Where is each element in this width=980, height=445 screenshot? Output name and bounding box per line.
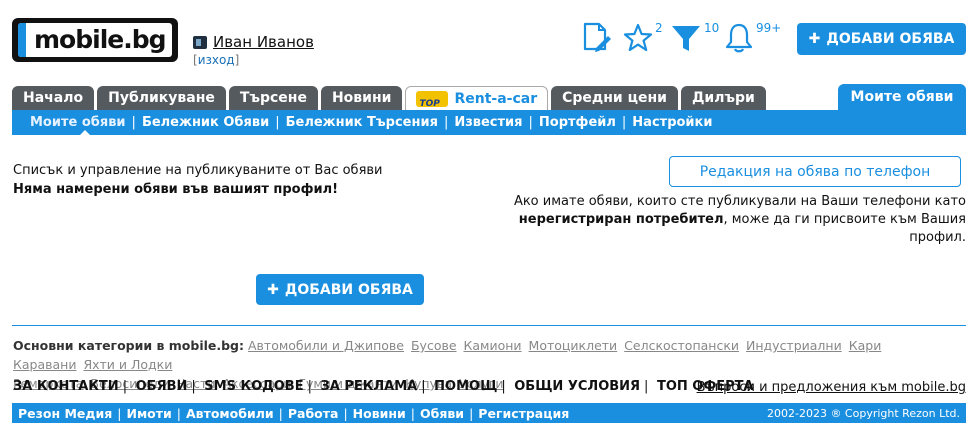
bottom-link-rezon[interactable]: Резон Медия [18, 406, 112, 421]
bottom-bar: Резон Медия | Имоти | Автомобили | Работа | … [12, 403, 966, 423]
logo-text: mobile.bg [34, 25, 167, 54]
footer-link-sms[interactable]: SMS КОДОВЕ [204, 379, 303, 394]
separator: | [131, 115, 136, 130]
user-name-link[interactable]: Иван Иванов [213, 33, 314, 51]
separator: | [117, 405, 122, 421]
filters-count: 10 [704, 21, 720, 35]
bottom-link-register[interactable]: Регистрация [478, 406, 569, 421]
separator: | [621, 115, 627, 130]
subnav-notifications[interactable]: Известия [454, 115, 522, 130]
category-link[interactable]: Мотоциклети [529, 338, 618, 353]
category-link[interactable]: Камиони [464, 338, 522, 353]
tab-publish[interactable]: Публикуване [97, 86, 226, 110]
separator: | [275, 115, 280, 130]
subnav-my-listings[interactable]: Моите обяви [30, 115, 126, 130]
footer-divider [12, 325, 966, 326]
separator: | [191, 379, 196, 394]
logout-link[interactable]: изход [198, 53, 235, 67]
favorites-count: 2 [655, 21, 663, 35]
separator: | [421, 379, 426, 394]
footer-link-listings[interactable]: ОБЯВИ [136, 379, 188, 394]
bottom-link-imoti[interactable]: Имоти [127, 406, 172, 421]
separator: | [469, 405, 474, 421]
separator: | [644, 379, 649, 394]
feedback-link[interactable]: Въпроси и предложения към mobile.bg [697, 380, 966, 395]
footer-link-help[interactable]: ПОМОЩ [434, 379, 497, 394]
bottom-link-news[interactable]: Новини [353, 406, 406, 421]
logo-stripe [18, 23, 26, 57]
tab-home[interactable]: Начало [12, 86, 95, 110]
main-nav: Начало Публикуване Търсене Новини TOP Re… [12, 86, 766, 110]
category-link[interactable]: Кари [849, 338, 882, 353]
logo-frame: mobile.bg [18, 23, 172, 57]
logout-wrapper: [изход] [193, 53, 240, 67]
tab-dealers[interactable]: Дилъри [680, 86, 766, 110]
footer-link-advertising[interactable]: ЗА РЕКЛАМА [321, 379, 418, 394]
subnav-settings[interactable]: Настройки [632, 115, 712, 130]
separator: | [528, 115, 533, 130]
separator: | [122, 379, 128, 394]
active-caret [80, 130, 90, 135]
tab-search[interactable]: Търсене [228, 86, 318, 110]
footer-link-contacts[interactable]: ЗА КОНТАКТИ [13, 379, 119, 394]
separator: | [176, 405, 181, 421]
edit-by-phone-button[interactable]: Редакция на обява по телефон [669, 156, 961, 187]
plus-icon: ✚ [808, 31, 821, 47]
filter-icon[interactable] [670, 22, 702, 54]
plus-icon: ✚ [267, 281, 279, 298]
separator: | [443, 115, 449, 130]
rent-a-car-label: Rent-a-car [454, 90, 538, 107]
user-icon [193, 36, 207, 49]
add-listing-main-label: ДОБАВИ ОБЯВА [284, 281, 413, 298]
add-listing-button-main[interactable]: ✚ ДОБАВИ ОБЯВА [256, 274, 424, 305]
categories-label: Основни категории в mobile.bg: [13, 338, 245, 353]
tab-my-listings[interactable]: Моите обяви [838, 84, 966, 110]
separator: | [278, 405, 283, 421]
category-link[interactable]: Яхти и Лодки [83, 357, 172, 372]
separator: | [343, 405, 348, 421]
bottom-link-ads[interactable]: Обяви [420, 406, 464, 421]
category-link[interactable]: Автомобили и Джипове [248, 338, 404, 353]
bell-icon[interactable] [724, 22, 754, 54]
category-link[interactable]: Каравани [13, 357, 76, 372]
add-listing-button-top[interactable]: ✚ ДОБАВИ ОБЯВА [797, 23, 966, 55]
footer-link-terms[interactable]: ОБЩИ УСЛОВИЯ [514, 379, 640, 394]
category-link[interactable]: Бусове [411, 338, 457, 353]
bottom-link-cars[interactable]: Автомобили [186, 406, 274, 421]
phone-note-text-2: , може да ги присвоите към Вашия профил. [723, 212, 966, 245]
bottom-link-jobs[interactable]: Работа [288, 406, 339, 421]
phone-note: Ако имате обяви, които сте публикували н… [506, 193, 966, 247]
subnav-saved-searches[interactable]: Бележник Търсения [286, 115, 438, 130]
tab-news[interactable]: Новини [320, 86, 403, 110]
document-edit-icon[interactable] [582, 22, 612, 54]
notifications-count: 99+ [756, 21, 782, 35]
tab-rent-a-car[interactable]: TOP Rent-a-car [405, 86, 549, 110]
separator: | [410, 405, 415, 421]
separator: | [501, 379, 506, 394]
category-link[interactable]: Селскостопански [624, 338, 739, 353]
page-description: Списък и управление на публикуваните от … [13, 163, 383, 178]
site-logo[interactable]: mobile.bg [12, 18, 178, 62]
category-link[interactable]: Индустриални [746, 338, 842, 353]
phone-note-text-1: Ако имате обяви, които сте публикували н… [513, 194, 966, 209]
footer-links: ЗА КОНТАКТИ | ОБЯВИ | SMS КОДОВЕ | ЗА РЕКЛА… [13, 379, 754, 394]
phone-note-bold: нерегистриран потребител [518, 212, 724, 227]
separator: | [307, 379, 312, 394]
empty-message: Няма намерени обяви във вашият профил! [13, 182, 339, 197]
star-icon[interactable] [622, 22, 654, 54]
subnav-saved-listings[interactable]: Бележник Обяви [142, 115, 269, 130]
subnav-wallet[interactable]: Портфейл [539, 115, 616, 130]
add-listing-label: ДОБАВИ ОБЯВА [826, 31, 955, 47]
rent-a-car-logo: TOP [416, 90, 449, 109]
sub-navigation: Моите обяви | Бележник Обяви | Бележник … [12, 110, 966, 135]
tab-average-prices[interactable]: Средни цени [551, 86, 678, 110]
copyright: 2002-2023 ® Copyright Rezon Ltd. [766, 406, 960, 420]
